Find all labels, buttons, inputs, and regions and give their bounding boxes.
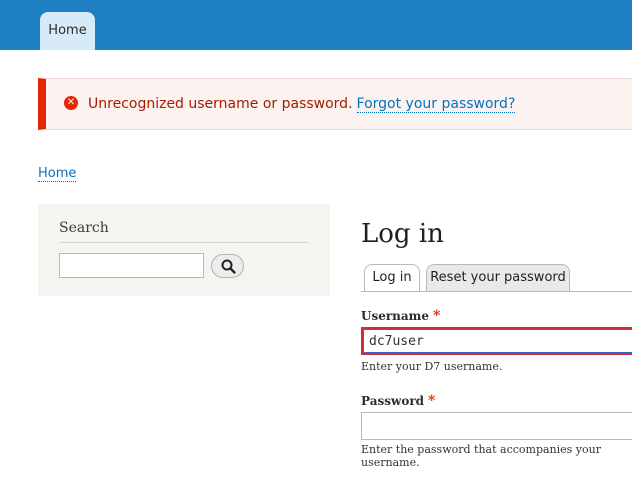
tab-log-in[interactable]: Log in (364, 264, 420, 292)
top-navigation-bar: Home (0, 0, 632, 50)
password-label-text: Password (361, 394, 425, 408)
password-field[interactable] (361, 412, 632, 440)
tabs-divider (361, 291, 632, 292)
username-field[interactable] (361, 327, 632, 355)
search-input[interactable] (59, 253, 204, 278)
error-message: ✕ Unrecognized username or password. Forg… (38, 78, 632, 130)
search-block-title: Search (59, 220, 109, 236)
username-required-marker: * (433, 308, 441, 324)
error-icon: ✕ (64, 96, 78, 110)
error-text: Unrecognized username or password. (88, 96, 353, 112)
password-required-marker: * (428, 393, 436, 409)
page-title: Log in (361, 219, 444, 249)
username-help-text: Enter your D7 username. (361, 360, 503, 373)
search-block-divider (59, 242, 309, 243)
breadcrumb-home-link[interactable]: Home (38, 166, 77, 182)
username-label-text: Username (361, 309, 430, 323)
username-label: Username * (361, 308, 440, 324)
password-label: Password * (361, 393, 435, 409)
forgot-password-link[interactable]: Forgot your password? (356, 96, 516, 113)
error-message-text: Unrecognized username or password. Forgot… (88, 96, 516, 113)
search-block: Search (38, 204, 330, 296)
tab-home[interactable]: Home (40, 12, 95, 50)
search-button[interactable] (211, 254, 244, 278)
tab-reset-password[interactable]: Reset your password (426, 264, 570, 292)
search-icon (221, 259, 236, 274)
password-help-text: Enter the password that accompanies your… (361, 443, 601, 469)
